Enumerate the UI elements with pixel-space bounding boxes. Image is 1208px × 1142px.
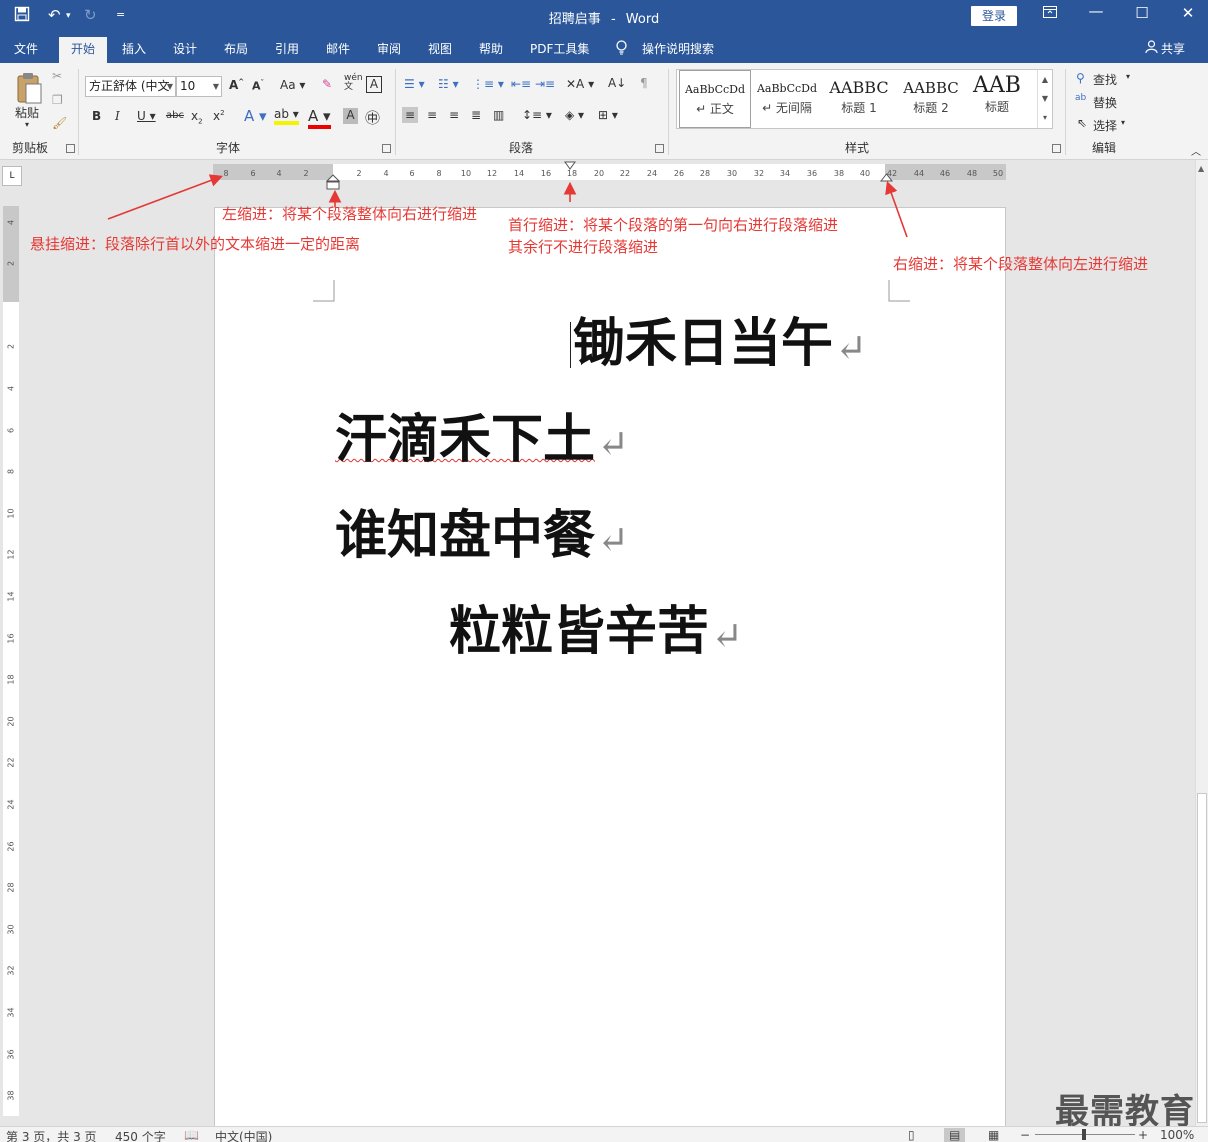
- word-count[interactable]: 450 个字: [115, 1128, 166, 1142]
- zoom-level[interactable]: 100%: [1160, 1128, 1194, 1142]
- language[interactable]: 中文(中国): [215, 1128, 272, 1142]
- zoom-out-icon[interactable]: −: [1020, 1128, 1030, 1142]
- proofing-icon[interactable]: 📖: [184, 1128, 199, 1142]
- vertical-scrollbar[interactable]: ▲: [1195, 160, 1208, 1126]
- scroll-up-icon[interactable]: ▲: [1198, 164, 1204, 173]
- annotation-arrows: [107, 174, 908, 238]
- status-bar: 第 3 页，共 3 页 450 个字 📖 中文(中国) ▯ ▤ ▦ − + 10…: [0, 1126, 1208, 1142]
- right-indent-arrow: [885, 180, 908, 238]
- zoom-slider-thumb[interactable]: [1082, 1129, 1086, 1140]
- zoom-in-icon[interactable]: +: [1138, 1128, 1148, 1142]
- read-mode-icon[interactable]: ▯: [908, 1128, 915, 1142]
- web-layout-icon[interactable]: ▦: [988, 1128, 999, 1142]
- scrollbar-thumb[interactable]: [1197, 793, 1207, 1123]
- word-window: ↶ ▾ ↻ = 招聘启事 - Word 登录 — ☐ ✕ 文件 开始 插入 设计…: [0, 0, 1208, 1142]
- page-count[interactable]: 第 3 页，共 3 页: [6, 1128, 97, 1142]
- hanging-indent-arrow: [107, 174, 223, 220]
- print-layout-icon[interactable]: ▤: [944, 1128, 966, 1142]
